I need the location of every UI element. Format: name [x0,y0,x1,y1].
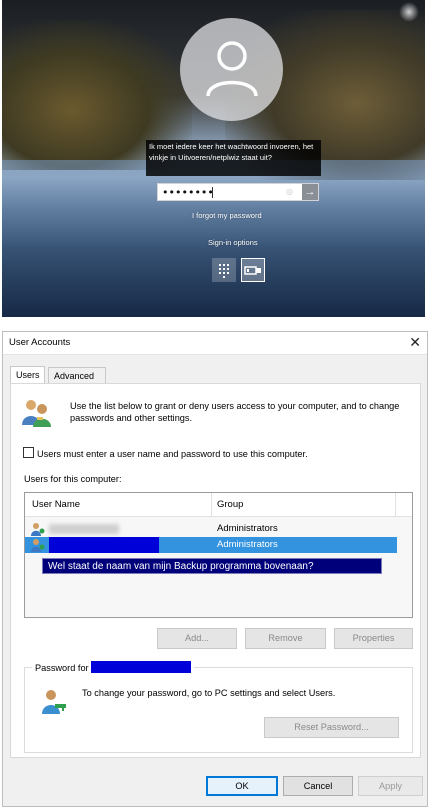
password-group: Password for To change your password, go… [24,661,413,753]
reset-password-button[interactable]: Reset Password... [264,717,399,738]
password-group-legend: Password for [32,661,194,673]
user-key-icon [39,687,69,718]
title-bar: User Accounts ✕ [3,332,427,355]
list-header: User Name Group [25,493,412,517]
apply-button[interactable]: Apply [358,776,423,796]
snow-peak [399,2,419,22]
users-group-icon [20,397,52,430]
user-account-icon [30,538,46,555]
pin-keypad-icon[interactable] [212,258,236,282]
sign-in-options-link[interactable]: Sign-in options [208,238,258,247]
lock-screen: Ik moet iedere keer het wachtwoord invoe… [2,0,425,317]
text-cursor [212,187,213,198]
forgot-password-link[interactable]: I forgot my password [192,211,262,220]
user-group: Administrators [217,523,278,534]
table-row[interactable]: Administrators [25,521,397,537]
users-listview[interactable]: User Name Group Administrators Administr… [24,492,413,618]
users-list-label: Users for this computer: [24,474,122,484]
cancel-button[interactable]: Cancel [283,776,353,796]
user-accounts-dialog: User Accounts ✕ Advanced Users Use the l… [2,331,428,807]
properties-button[interactable]: Properties [334,628,413,649]
column-group[interactable]: Group [217,499,243,510]
users-tab-panel: Use the list below to grant or deny user… [10,383,421,758]
question-annotation: Ik moet iedere keer het wachtwoord invoe… [146,140,321,176]
question-annotation: Wel staat de naam van mijn Backup progra… [42,558,382,574]
tab-users[interactable]: Users [10,366,45,384]
intro-text: Use the list below to grant or deny user… [70,401,400,423]
require-password-label: Users must enter a user name and passwor… [37,449,308,459]
reveal-password-icon[interactable]: ◎ [286,187,296,197]
table-row-selected[interactable]: Administrators [25,537,397,553]
redacted-user-name [90,661,191,673]
user-icon [206,41,258,97]
redacted-user-name [49,524,119,534]
password-value: •••••••• [162,186,214,199]
tab-advanced[interactable]: Advanced [48,367,106,383]
column-divider[interactable] [395,493,396,516]
add-button[interactable]: Add... [157,628,237,649]
close-icon[interactable]: ✕ [409,334,421,351]
ok-button[interactable]: OK [206,776,278,796]
redacted-user-name [49,537,159,553]
password-input[interactable]: •••••••• ◎ → [157,183,319,201]
user-group: Administrators [217,539,278,550]
password-for-label: Password for [35,663,89,673]
dialog-title: User Accounts [9,337,71,348]
require-password-checkbox[interactable]: Users must enter a user name and passwor… [23,447,308,459]
submit-arrow-icon[interactable]: → [302,184,318,200]
column-divider[interactable] [211,493,212,516]
remove-button[interactable]: Remove [245,628,326,649]
user-avatar [180,18,283,121]
checkbox-box[interactable] [23,447,34,458]
change-password-text: To change your password, go to PC settin… [82,688,336,698]
column-user-name[interactable]: User Name [32,499,80,510]
password-key-icon[interactable] [241,258,265,282]
